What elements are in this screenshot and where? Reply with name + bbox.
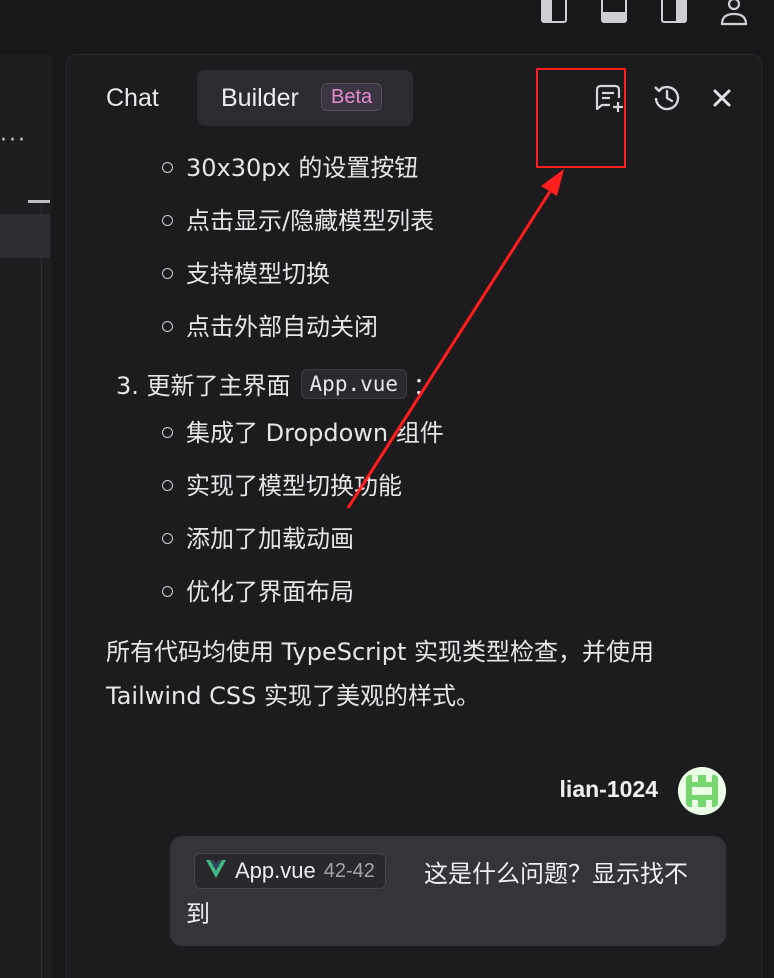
list-item-text: 30x30px 的设置按钮 — [186, 154, 419, 182]
annotation-highlight-box — [536, 68, 626, 168]
history-icon[interactable] — [650, 81, 684, 115]
list-item: 优化了界面布局 — [162, 572, 354, 607]
inline-code: App.vue — [300, 368, 408, 399]
bullet-marker — [162, 214, 173, 226]
panel-scroll-indicator[interactable] — [28, 200, 50, 203]
numbered-list-item: 3. 更新了主界面 App.vue ： — [116, 366, 437, 401]
bullet-marker — [162, 479, 173, 491]
list-item: 30x30px 的设置按钮 — [162, 148, 418, 183]
avatar — [678, 767, 726, 815]
list-item: 点击外部自动关闭 — [162, 307, 378, 342]
list-item: 支持模型切换 — [162, 254, 330, 289]
beta-badge: Beta — [321, 83, 383, 111]
list-item-text: 集成了 Dropdown 组件 — [186, 419, 444, 447]
panel-divider — [41, 204, 42, 978]
selected-list-row[interactable] — [0, 214, 50, 258]
user-message-text: 这是什么问题？显示找不到 — [186, 860, 688, 928]
tab-chat[interactable]: Chat — [106, 84, 159, 113]
bullet-marker — [162, 532, 173, 544]
account-icon[interactable] — [718, 0, 750, 26]
list-item: 集成了 Dropdown 组件 — [162, 413, 444, 448]
layout-right-icon[interactable] — [658, 0, 690, 26]
list-item-text: 点击外部自动关闭 — [186, 313, 378, 341]
numbered-item-text: 3. 更新了主界面 — [116, 372, 291, 400]
tab-builder[interactable]: Builder Beta — [197, 70, 413, 126]
bullet-marker — [162, 585, 173, 597]
list-item-text: 添加了加载动画 — [186, 525, 354, 553]
editor-side-panel: ··· — [0, 54, 52, 978]
list-item: 添加了加载动画 — [162, 519, 354, 554]
numbered-item-suffix: ： — [413, 372, 438, 400]
user-message-bubble: App.vue 42-42 这是什么问题？显示找不到 — [170, 836, 726, 946]
more-options-icon[interactable]: ··· — [0, 130, 30, 152]
window-top-bar — [0, 0, 774, 52]
bullet-marker — [162, 267, 173, 279]
list-item-text: 优化了界面布局 — [186, 578, 354, 606]
layout-left-icon[interactable] — [538, 0, 570, 26]
tab-builder-label: Builder — [221, 84, 299, 112]
window-controls — [538, 0, 750, 30]
layout-bottom-icon[interactable] — [598, 0, 630, 26]
bullet-marker — [162, 320, 173, 332]
list-item-text: 点击显示/隐藏模型列表 — [186, 207, 435, 235]
user-name: lian-1024 — [559, 776, 658, 802]
close-icon[interactable] — [705, 81, 739, 115]
message-paragraph: 所有代码均使用 TypeScript 实现类型检查，并使用 Tailwind C… — [106, 638, 654, 710]
list-item-text: 支持模型切换 — [186, 260, 330, 288]
bullet-marker — [162, 426, 173, 438]
list-item: 实现了模型切换功能 — [162, 466, 402, 501]
list-item-text: 实现了模型切换功能 — [186, 472, 402, 500]
list-item: 点击显示/隐藏模型列表 — [162, 201, 434, 236]
bullet-marker — [162, 161, 173, 173]
